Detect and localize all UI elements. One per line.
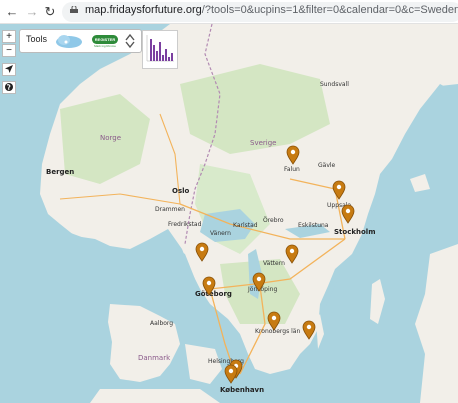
- tools-panel[interactable]: Tools REGISTER Mark ing Rimme: [19, 29, 142, 53]
- label-falun: Falun: [284, 166, 300, 173]
- map-pin-vanersborg[interactable]: [195, 242, 209, 262]
- forward-arrow-icon[interactable]: →: [24, 4, 40, 20]
- globe-icon: [5, 83, 13, 91]
- url-text[interactable]: map.fridaysforfuture.org/?tools=0&ucpins…: [85, 4, 458, 16]
- map-pin-norrkoping[interactable]: [285, 244, 299, 264]
- cloud-icon[interactable]: [54, 33, 84, 49]
- label-norge: Norge: [100, 134, 122, 142]
- label-karlstad: Karlstad: [233, 222, 258, 229]
- label-aalborg: Aalborg: [150, 320, 174, 327]
- zoom-out-button[interactable]: −: [2, 44, 16, 57]
- map-pin-jonkoping[interactable]: [252, 272, 266, 292]
- label-kobenhavn: København: [220, 386, 265, 394]
- register-badge[interactable]: REGISTER Mark ing Rimme: [92, 33, 118, 49]
- label-bergen: Bergen: [46, 168, 75, 176]
- label-orebro: Örebro: [263, 217, 284, 224]
- chart-thumbnail[interactable]: [142, 30, 178, 69]
- back-arrow-icon[interactable]: ←: [4, 4, 20, 20]
- label-danmark: Danmark: [138, 354, 171, 362]
- map-pin-goteborg[interactable]: [202, 276, 216, 296]
- browser-toolbar: ← → ↻ map.fridaysforfuture.org/?tools=0&…: [0, 0, 458, 24]
- label-oslo: Oslo: [172, 187, 190, 195]
- reload-icon[interactable]: ↻: [42, 4, 58, 20]
- url-path: /?tools=0&ucpins=1&filter=0&calendar=0&c…: [201, 4, 458, 16]
- tools-label: Tools: [26, 34, 48, 44]
- map-background: [0, 24, 458, 403]
- label-stockholm: Stockholm: [334, 228, 376, 236]
- label-drammen: Drammen: [155, 206, 185, 213]
- map-canvas[interactable]: Sundsvall Bergen Falun Gävle Oslo Dramme…: [0, 24, 458, 403]
- map-pin-kalmar[interactable]: [302, 320, 316, 340]
- locate-button[interactable]: [2, 63, 16, 76]
- map-pin-stockholm[interactable]: [341, 204, 355, 224]
- map-pin-falun[interactable]: [286, 145, 300, 165]
- url-domain: map.fridaysforfuture.org: [85, 4, 202, 16]
- label-fredrikstad: Fredrikstad: [168, 221, 202, 228]
- zoom-in-button[interactable]: +: [2, 30, 16, 43]
- bar-chart-icon: [146, 35, 174, 62]
- register-badge-subtext: Mark ing Rimme: [94, 44, 116, 48]
- label-sverige: Sverige: [250, 139, 277, 147]
- chevron-up-down-icon[interactable]: [124, 33, 136, 49]
- map-pin-vaxjo[interactable]: [267, 311, 281, 331]
- map-pin-malmo-2[interactable]: [224, 364, 238, 384]
- label-eskilstuna: Eskilstuna: [298, 222, 329, 229]
- land-germany: [90, 389, 220, 403]
- map-pin-uppsala-1[interactable]: [332, 180, 346, 200]
- label-vanern: Vänern: [210, 230, 231, 237]
- label-vattern: Vättern: [263, 260, 285, 267]
- register-badge-text: REGISTER: [92, 35, 118, 44]
- label-sundsvall: Sundsvall: [320, 81, 349, 88]
- lock-icon: [70, 6, 78, 13]
- globe-button[interactable]: [2, 81, 16, 94]
- label-gavle: Gävle: [318, 162, 336, 169]
- locate-arrow-icon: [5, 65, 13, 73]
